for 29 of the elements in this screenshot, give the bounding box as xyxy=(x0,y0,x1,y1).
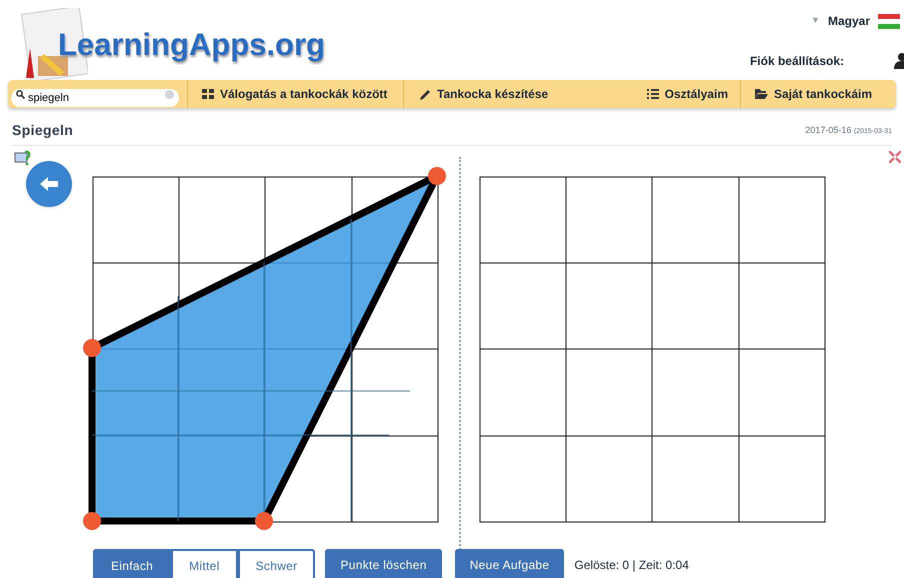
grid-icon xyxy=(202,89,214,99)
account-settings-label: Fiók beállítások: xyxy=(750,53,844,70)
polygon-drawing[interactable] xyxy=(82,166,448,532)
nav-link[interactable]: Saját tankockáim xyxy=(740,80,890,108)
left-arrow-icon xyxy=(40,177,58,191)
logo-text[interactable]: LearningApps.org xyxy=(58,22,325,68)
difficulty-tab[interactable]: Einfach xyxy=(93,549,172,578)
nav-link[interactable]: Osztályaim xyxy=(643,80,740,108)
user-icon[interactable] xyxy=(894,53,904,69)
collapse-icon[interactable] xyxy=(889,151,901,163)
search-field[interactable]: spiegeln xyxy=(11,89,179,107)
app-title: Spiegeln xyxy=(12,121,74,140)
nav-link[interactable]: Válogatás a tankockák között xyxy=(187,80,403,108)
help-icon[interactable] xyxy=(14,150,32,166)
back-button[interactable] xyxy=(26,161,72,207)
difficulty-tab[interactable]: Schwer xyxy=(238,549,316,578)
difficulty-tab[interactable]: Mittel xyxy=(171,549,238,578)
language-selector[interactable]: Magyar xyxy=(828,12,870,30)
search-icon xyxy=(16,90,25,99)
flag-icon[interactable] xyxy=(878,14,900,28)
status-text: Gelöste: 0 | Zeit: 0:04 xyxy=(574,557,689,574)
folder-icon xyxy=(755,89,768,99)
target-grid[interactable] xyxy=(479,176,826,523)
pencil-icon xyxy=(420,88,431,100)
new-task-button[interactable]: Neue Aufgabe xyxy=(454,549,564,578)
list-icon xyxy=(646,89,659,99)
nav-link[interactable]: Tankocka készítése xyxy=(403,80,643,108)
date-text: 2017-05-16 xyxy=(805,124,852,135)
clear-points-button[interactable]: Punkte löschen xyxy=(325,549,442,578)
